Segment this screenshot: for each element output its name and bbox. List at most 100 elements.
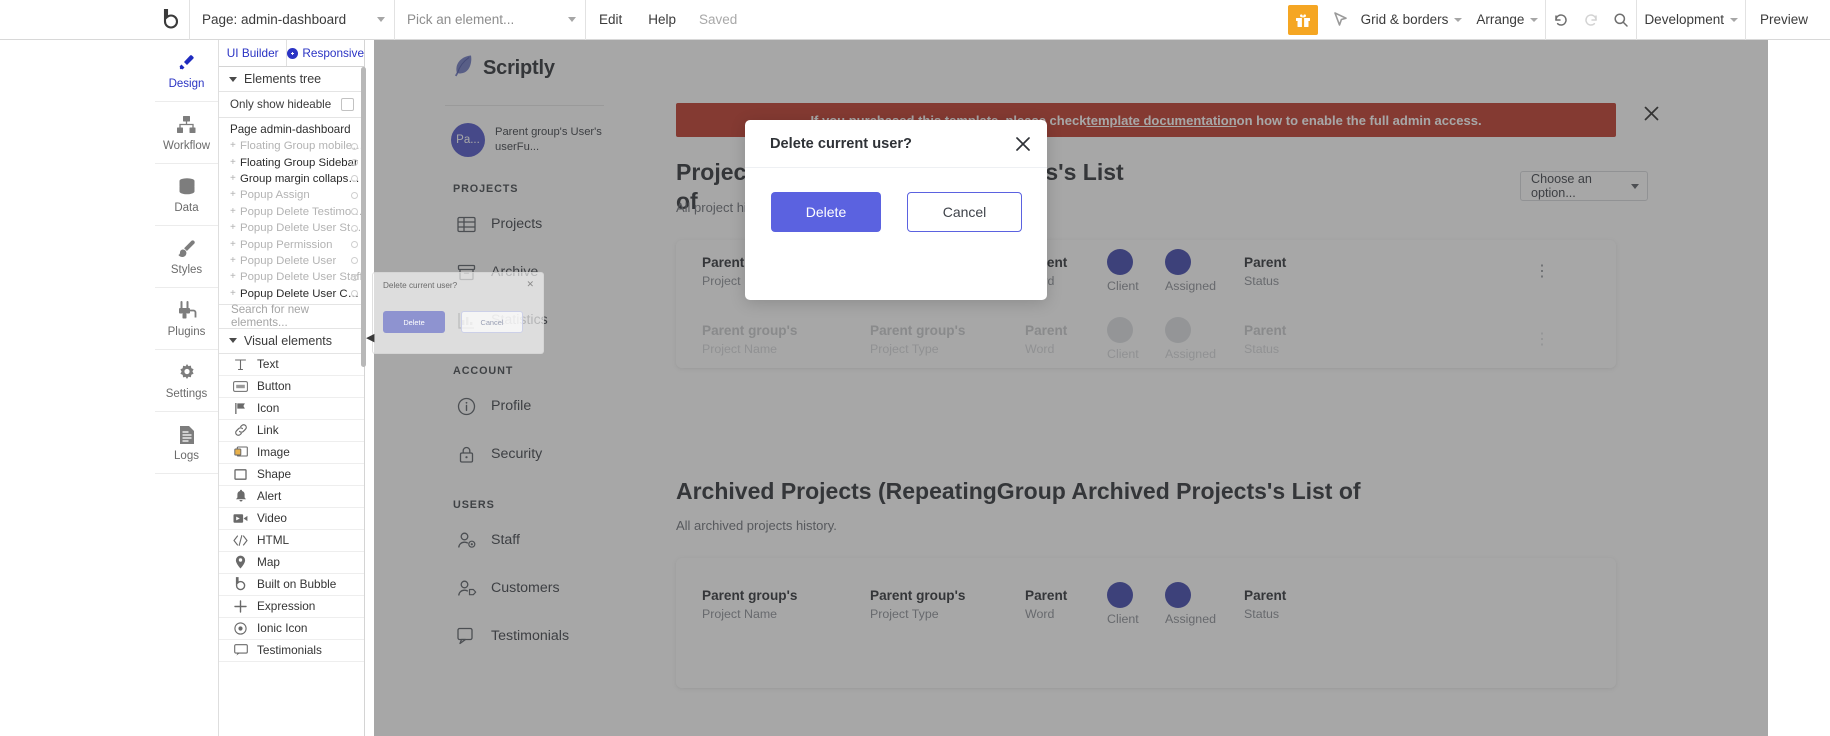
rail-item-workflow[interactable]: Workflow [155, 102, 218, 164]
rail-label-logs: Logs [174, 450, 199, 462]
search-icon[interactable] [1606, 0, 1636, 40]
tree-item[interactable]: + Popup Delete User Statistic [219, 220, 364, 236]
element-shape[interactable]: Shape [219, 464, 364, 486]
element-video[interactable]: Video [219, 508, 364, 530]
element-built-on-bubble[interactable]: Built on Bubble [219, 574, 364, 596]
tree-item[interactable]: + Group margin collapse con... [219, 171, 364, 187]
editor-window: Page: admin-dashboard Pick an element...… [0, 0, 1830, 736]
expand-plus-icon[interactable]: + [230, 256, 238, 266]
map-pin-icon [233, 555, 248, 569]
elements-tree-label: Elements tree [244, 72, 321, 86]
element-expression[interactable]: Expression [219, 596, 364, 618]
element-map[interactable]: Map [219, 552, 364, 574]
help-menu[interactable]: Help [635, 0, 689, 40]
rail-item-settings[interactable]: Settings [155, 350, 218, 412]
cancel-button[interactable]: Cancel [907, 192, 1022, 232]
visibility-dot-icon[interactable] [351, 257, 358, 264]
element-picker[interactable]: Pick an element... [395, 0, 585, 40]
popup-element-preview[interactable]: Delete current user? ✕ Delete Cancel [372, 272, 544, 354]
rail-item-data[interactable]: Data [155, 164, 218, 226]
only-show-hideable-checkbox[interactable] [341, 98, 354, 111]
element-button[interactable]: Button [219, 376, 364, 398]
element-label: HTML [257, 533, 289, 547]
element-alert[interactable]: Alert [219, 486, 364, 508]
expand-plus-icon[interactable]: + [230, 240, 238, 250]
chevron-down-icon [1730, 18, 1738, 22]
visibility-dot-icon[interactable] [351, 143, 358, 150]
expand-plus-icon[interactable]: + [230, 272, 238, 282]
element-picker-placeholder: Pick an element... [407, 12, 514, 27]
plus-icon [233, 600, 248, 613]
element-testimonials[interactable]: Testimonials [219, 640, 364, 662]
editor-right-strip [1768, 40, 1830, 736]
expand-plus-icon[interactable]: + [230, 289, 238, 299]
visibility-dot-icon[interactable] [351, 225, 358, 232]
element-label: Button [257, 379, 291, 393]
rail-item-plugins[interactable]: Plugins [155, 288, 218, 350]
arrange-menu[interactable]: Arrange [1469, 0, 1545, 40]
rail-label-styles: Styles [171, 264, 202, 276]
expand-plus-icon[interactable]: + [230, 207, 238, 217]
close-icon[interactable] [1015, 136, 1031, 152]
element-html[interactable]: HTML [219, 530, 364, 552]
visual-elements-header[interactable]: Visual elements [219, 329, 364, 354]
tree-item-selected[interactable]: + Popup Delete User Custom... [219, 286, 364, 302]
tree-item-page[interactable]: Page admin-dashboard [219, 121, 364, 138]
rail-item-logs[interactable]: Logs [155, 412, 218, 474]
visibility-dot-icon[interactable] [351, 241, 358, 248]
version-selector[interactable]: Development [1637, 0, 1745, 40]
rail-item-design[interactable]: Design [155, 40, 218, 102]
design-icon [176, 52, 197, 74]
modal-dim-overlay [374, 40, 1768, 736]
collapse-handle-icon[interactable]: ◀ [366, 330, 375, 344]
tree-item[interactable]: + Popup Delete Testimonial [219, 204, 364, 220]
close-icon[interactable]: ✕ [526, 279, 534, 290]
preview-button[interactable]: Preview [1746, 0, 1830, 40]
element-ionic-icon[interactable]: Ionic Icon [219, 618, 364, 640]
gift-icon[interactable] [1288, 5, 1318, 35]
visual-elements-label: Visual elements [244, 334, 332, 348]
element-text[interactable]: Text [219, 354, 364, 376]
element-icon[interactable]: Icon [219, 398, 364, 420]
tree-item[interactable]: + Floating Group Sidebar [219, 154, 364, 170]
grid-borders-menu[interactable]: Grid & borders [1354, 0, 1470, 40]
edit-menu[interactable]: Edit [586, 0, 635, 40]
visibility-dot-icon[interactable] [351, 274, 358, 281]
element-link[interactable]: Link [219, 420, 364, 442]
chevron-down-icon [377, 17, 385, 22]
tree-item[interactable]: + Popup Permission [219, 236, 364, 252]
tab-ui-builder[interactable]: UI Builder [219, 40, 286, 66]
undo-icon[interactable] [1546, 0, 1576, 40]
ghost-delete-button[interactable]: Delete [383, 311, 445, 333]
toolbar-left-spacer [0, 0, 155, 39]
rail-item-styles[interactable]: Styles [155, 226, 218, 288]
cursor-arrow-icon[interactable] [1328, 12, 1354, 28]
expand-plus-icon[interactable]: + [230, 223, 238, 233]
tree-item[interactable]: + Popup Delete User [219, 253, 364, 269]
element-label: Video [257, 511, 287, 525]
visibility-dot-icon[interactable] [351, 192, 358, 199]
search-elements-input[interactable]: Search for new elements... [219, 305, 364, 329]
bubble-logo-icon[interactable] [155, 0, 189, 40]
elements-tree-header[interactable]: Elements tree [219, 67, 364, 92]
tree-item[interactable]: + Popup Assign [219, 187, 364, 203]
ghost-cancel-button[interactable]: Cancel [461, 311, 523, 333]
page-selector[interactable]: Page: admin-dashboard [190, 0, 394, 40]
expand-plus-icon[interactable]: + [230, 190, 238, 200]
search-elements-placeholder: Search for new elements... [231, 303, 364, 329]
ghost-popup-title: Delete current user? [383, 281, 457, 290]
tree-item-label: Floating Group Sidebar [240, 157, 358, 169]
tree-item[interactable]: + Popup Delete User Staff [219, 269, 364, 285]
bubble-icon [233, 577, 248, 591]
tree-item-label: Page admin-dashboard [230, 123, 351, 136]
expand-plus-icon[interactable]: + [230, 158, 238, 168]
only-show-hideable-row[interactable]: Only show hideable [219, 92, 364, 118]
logs-icon [178, 424, 196, 446]
design-canvas: Scriptly Pa... Parent group's User's use… [366, 40, 1830, 736]
element-image[interactable]: Image [219, 442, 364, 464]
tab-responsive[interactable]: Responsive [286, 40, 364, 66]
expand-plus-icon[interactable]: + [230, 141, 238, 151]
delete-button[interactable]: Delete [771, 192, 881, 232]
tree-item[interactable]: + Floating Group mobile hea... [219, 138, 364, 154]
expand-plus-icon[interactable]: + [230, 174, 238, 184]
